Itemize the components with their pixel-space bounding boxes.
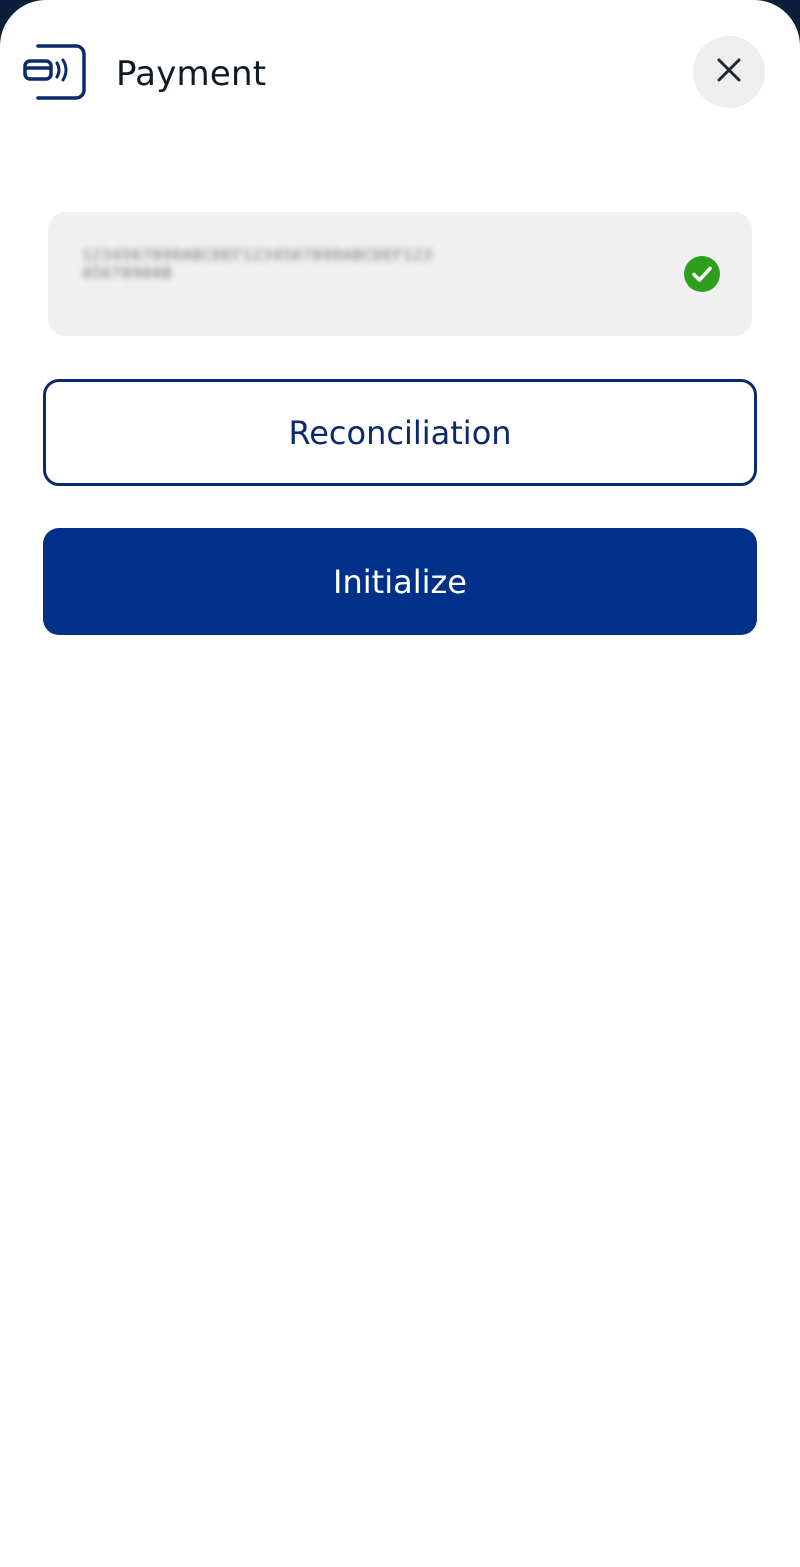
close-icon [717, 58, 741, 86]
terminal-id-value: 1234567890ABCDEF1234567890ABCDEF12345678… [82, 246, 434, 282]
check-circle-icon [684, 256, 720, 292]
close-button[interactable] [693, 36, 765, 108]
reconciliation-button[interactable]: Reconciliation [43, 379, 757, 486]
contactless-card-icon [22, 42, 86, 102]
sheet-header: Payment [0, 0, 800, 150]
terminal-id-field[interactable]: 1234567890ABCDEF1234567890ABCDEF12345678… [48, 212, 752, 336]
page-title: Payment [116, 54, 267, 94]
payment-sheet: Payment 1234567890ABCDEF1234567890ABCDEF… [0, 0, 800, 1567]
initialize-button[interactable]: Initialize [43, 528, 757, 635]
